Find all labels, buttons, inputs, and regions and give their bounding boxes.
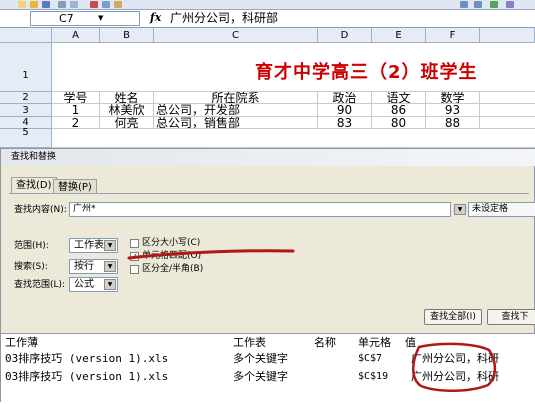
- col-header-b[interactable]: B: [100, 28, 154, 43]
- chart-icon[interactable]: [490, 1, 498, 8]
- cell-g2[interactable]: [480, 92, 535, 104]
- annotation-underline: [127, 249, 295, 260]
- name-box-value: C7: [59, 12, 74, 25]
- cell-a2[interactable]: 学号: [52, 92, 100, 104]
- cell-e3[interactable]: 86: [372, 104, 426, 117]
- open-icon[interactable]: [30, 1, 38, 8]
- cell-a3[interactable]: 1: [52, 104, 100, 117]
- new-icon[interactable]: [18, 1, 26, 8]
- cell-c4[interactable]: 总公司，销售部: [154, 117, 318, 129]
- cell-f4[interactable]: 88: [426, 117, 480, 129]
- col-header-e[interactable]: E: [372, 28, 426, 43]
- cell-d2[interactable]: 政治: [318, 92, 372, 104]
- row-header-3[interactable]: 3: [0, 104, 52, 117]
- preview-icon[interactable]: [70, 1, 78, 8]
- col-header-c[interactable]: C: [154, 28, 318, 43]
- copy-icon[interactable]: [102, 1, 110, 8]
- formula-content[interactable]: 广州分公司，科研部: [170, 10, 278, 27]
- drawing-icon[interactable]: [506, 1, 514, 8]
- name-box[interactable]: C7: [30, 11, 140, 26]
- cell-d3[interactable]: 90: [318, 104, 372, 117]
- save-icon[interactable]: [42, 1, 50, 8]
- name-box-dropdown-icon[interactable]: ▼: [98, 15, 103, 22]
- select-all-corner[interactable]: [0, 28, 52, 43]
- formula-bar: C7 ▼ fx 广州分公司，科研部: [0, 10, 535, 28]
- row-header-2[interactable]: 2: [0, 92, 52, 104]
- col-header-d[interactable]: D: [318, 28, 372, 43]
- cell-a4[interactable]: 2: [52, 117, 100, 129]
- cut-icon[interactable]: [90, 1, 98, 8]
- cell-b2[interactable]: 姓名: [100, 92, 154, 104]
- find-replace-dialog: 查找和替换 查找(D) 替换(P) 查找内容(N): 广州* ▼ 未设定格 范围…: [0, 148, 535, 404]
- sort-desc-icon[interactable]: [474, 1, 482, 8]
- col-header-a[interactable]: A: [52, 28, 100, 43]
- cell-f2[interactable]: 数学: [426, 92, 480, 104]
- row-header-5[interactable]: 5: [0, 128, 52, 148]
- cell-g3[interactable]: [480, 104, 535, 117]
- cell-b4[interactable]: 何亮: [100, 117, 154, 129]
- cell-g4[interactable]: [480, 117, 535, 129]
- cell-b3[interactable]: 林美欣: [100, 104, 154, 117]
- paste-icon[interactable]: [114, 1, 122, 8]
- cell-f3[interactable]: 93: [426, 104, 480, 117]
- col-header-g[interactable]: [480, 28, 535, 43]
- cell-row5[interactable]: [52, 129, 535, 148]
- cell-c2[interactable]: 所在院系: [154, 92, 318, 104]
- print-icon[interactable]: [58, 1, 66, 8]
- row-header-1[interactable]: 1: [0, 43, 52, 92]
- insert-function-icon[interactable]: fx: [150, 10, 161, 26]
- sheet-title: 育才中学高三（2）班学生: [255, 62, 478, 83]
- cell-d4[interactable]: 83: [318, 117, 372, 129]
- cell-e2[interactable]: 语文: [372, 92, 426, 104]
- annotation-overlay: [127, 249, 497, 393]
- annotation-circle: [412, 342, 497, 393]
- cell-c3[interactable]: 总公司，开发部: [154, 104, 318, 117]
- toolbar: [0, 0, 535, 10]
- sort-asc-icon[interactable]: [460, 1, 468, 8]
- cell-e4[interactable]: 80: [372, 117, 426, 129]
- col-header-f[interactable]: F: [426, 28, 480, 43]
